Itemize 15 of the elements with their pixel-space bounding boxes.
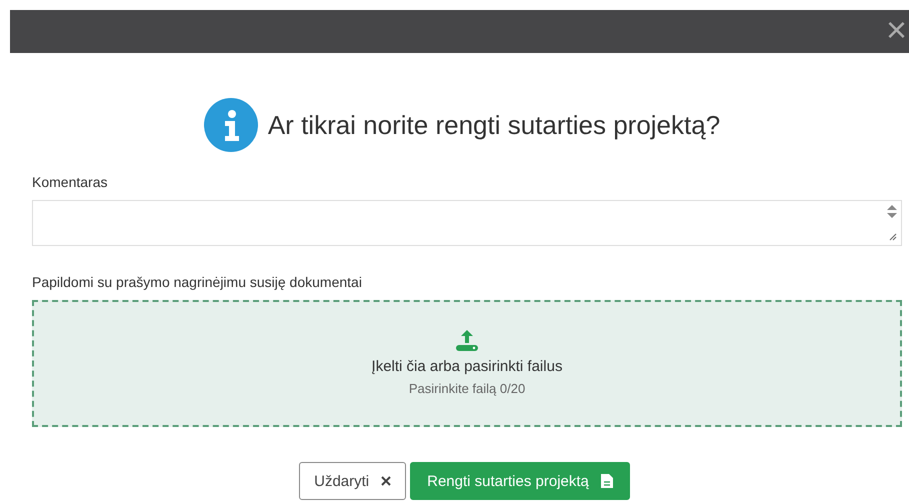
dropzone-text: Įkelti čia arba pasirinkti failus (372, 358, 562, 374)
dialog-title: Ar tikrai norite rengti sutarties projektą? (268, 110, 720, 140)
upload-icon (455, 328, 479, 352)
document-icon (600, 474, 613, 488)
resize-handle-icon[interactable] (889, 233, 897, 241)
close-icon (381, 476, 392, 486)
info-icon (204, 98, 258, 152)
spinner-icon[interactable] (887, 205, 897, 219)
field-label: Komentaras (32, 174, 108, 190)
file-count-hint: Pasirinkite failą 0/20 (408, 380, 526, 396)
close-button[interactable]: × (886, 12, 907, 48)
comment-field[interactable] (32, 200, 902, 246)
file-dropzone[interactable]: Įkelti čia arba pasirinkti failus Pasirinkite failą 0/20 (32, 300, 902, 427)
close-button[interactable]: Uždaryti (299, 462, 406, 500)
field-label: Papildomi su prašymo nagrinėjimu susiję dokumentai (32, 274, 363, 290)
